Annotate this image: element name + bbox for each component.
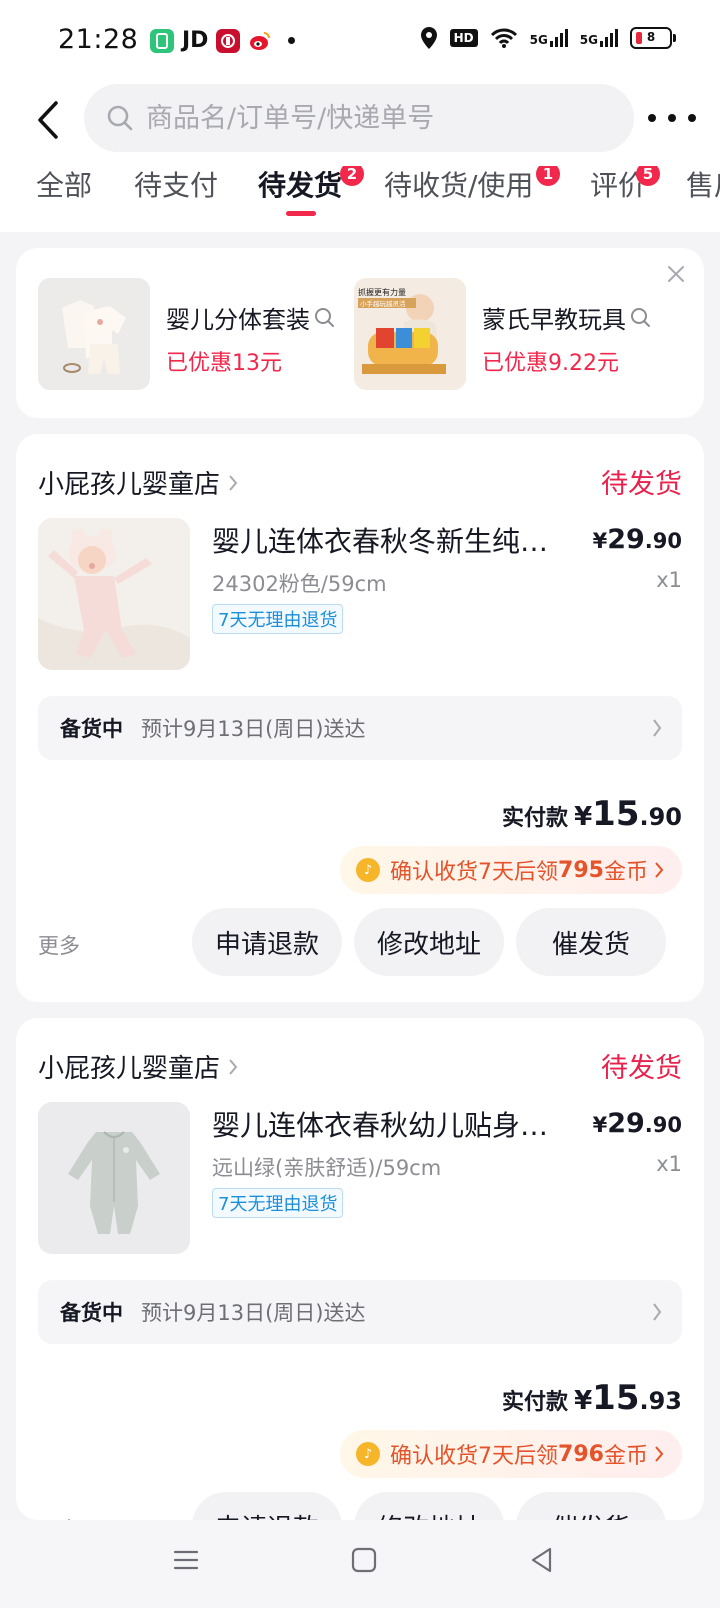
- red-app-icon: [216, 28, 241, 53]
- product-quantity: x1: [656, 1152, 682, 1176]
- shipping-eta: 预计9月13日(周日)送达: [141, 1301, 366, 1325]
- chevron-right-icon: [653, 719, 662, 737]
- product-image[interactable]: [38, 518, 190, 670]
- more-options-button[interactable]: [648, 104, 696, 132]
- product-spec: 远山绿(亲肤舒适)/59cm: [212, 1156, 442, 1180]
- recommend-discount: 已优惠13元: [166, 351, 282, 376]
- chevron-right-icon: [229, 1058, 238, 1075]
- status-app-icons: JD: [150, 28, 296, 53]
- status-bar: 21:28 JD HD 5G 5G 8: [0, 0, 720, 84]
- recommend-item[interactable]: 抓握更有力量 小手越玩越灵活 蒙氏早教玩具 已优惠9.22元: [354, 278, 652, 390]
- tab-reviews[interactable]: 评价 5: [590, 166, 660, 226]
- product-quantity: x1: [656, 568, 682, 592]
- search-input[interactable]: [146, 102, 606, 134]
- shipping-eta: 预计9月13日(周日)送达: [141, 717, 366, 741]
- paid-amount: 实付款 ¥15.93: [502, 1378, 682, 1418]
- tab-pending-receipt[interactable]: 待收货/使用 1: [384, 166, 560, 226]
- tab-pending-payment[interactable]: 待支付: [134, 166, 218, 226]
- recommend-name: 婴儿分体套装: [166, 300, 336, 335]
- green-app-icon: [150, 28, 174, 53]
- product-image[interactable]: [38, 1102, 190, 1254]
- more-link[interactable]: 更多: [38, 930, 80, 960]
- product-price: ¥29.90: [592, 1108, 682, 1139]
- system-navigation-bar: [0, 1520, 720, 1608]
- active-tab-indicator: [286, 211, 316, 216]
- search-icon: [631, 307, 650, 327]
- back-arrow-icon: [38, 101, 58, 139]
- notification-dot-icon: [288, 37, 296, 44]
- order-status: 待发货: [601, 469, 682, 500]
- tab-after-sales[interactable]: 售后: [686, 166, 720, 226]
- product-title[interactable]: 婴儿连体衣春秋冬新生纯棉睡衣: [212, 520, 562, 560]
- order-card: 小屁孩儿婴童店 待发货 婴儿连体衣春秋幼儿贴身长袖哈衣 ¥29.90 远山绿(亲…: [16, 1018, 704, 1520]
- tab-badge: 2: [340, 166, 364, 186]
- recommend-image: 抓握更有力量 小手越玩越灵活: [354, 278, 466, 390]
- shipping-status-label: 备货中: [60, 717, 123, 741]
- paid-amount: 实付款 ¥15.90: [502, 794, 682, 834]
- search-icon: [315, 307, 334, 327]
- tab-badge: 1: [536, 166, 560, 186]
- wifi-icon: [490, 28, 517, 48]
- urge-shipment-button[interactable]: 催发货: [516, 1492, 666, 1520]
- search-bar[interactable]: [84, 84, 634, 152]
- shipping-status-row[interactable]: 备货中 预计9月13日(周日)送达: [38, 696, 682, 760]
- shipping-status-label: 备货中: [60, 1301, 123, 1325]
- shipping-status-row[interactable]: 备货中 预计9月13日(周日)送达: [38, 1280, 682, 1344]
- status-right: HD 5G 5G 8: [420, 26, 676, 50]
- recommend-name: 蒙氏早教玩具: [482, 300, 652, 335]
- jd-app-icon: JD: [182, 28, 209, 53]
- recommend-image-caption: 小手越玩越灵活: [360, 299, 406, 308]
- product-spec: 24302粉色/59cm: [212, 572, 387, 596]
- coin-icon: ♪: [356, 858, 381, 882]
- location-icon: [420, 27, 437, 49]
- product-price: ¥29.90: [592, 524, 682, 555]
- request-refund-button[interactable]: 申请退款: [192, 908, 342, 976]
- search-icon: [107, 105, 133, 131]
- recommend-image: [38, 278, 150, 390]
- coin-icon: ♪: [356, 1442, 381, 1466]
- weibo-icon: [248, 28, 273, 53]
- shop-name-link[interactable]: 小屁孩儿婴童店: [38, 464, 238, 501]
- change-address-button[interactable]: 修改地址: [354, 908, 504, 976]
- status-time: 21:28: [58, 24, 139, 55]
- signal-1-icon: 5G: [530, 29, 568, 47]
- change-address-button[interactable]: 修改地址: [354, 1492, 504, 1520]
- tab-pending-shipment[interactable]: 待发货 2: [258, 166, 364, 226]
- request-refund-button[interactable]: 申请退款: [192, 1492, 342, 1520]
- menu-icon[interactable]: [172, 1546, 200, 1574]
- urge-shipment-button[interactable]: 催发货: [516, 908, 666, 976]
- coin-reward-banner[interactable]: ♪ 确认收货7天后领 795 金币: [340, 846, 682, 894]
- return-policy-badge: 7天无理由退货: [212, 604, 344, 634]
- signal-2-icon: 5G: [580, 29, 618, 47]
- home-icon[interactable]: [350, 1546, 378, 1574]
- battery-icon: 8: [630, 27, 676, 49]
- tab-all[interactable]: 全部: [36, 166, 92, 226]
- order-status: 待发货: [601, 1053, 682, 1084]
- close-icon[interactable]: [664, 262, 688, 286]
- recommendation-card: 婴儿分体套装 已优惠13元 抓握更有力量 小手越玩越灵活 蒙氏早教玩具 已优惠9…: [16, 248, 704, 418]
- shop-name-link[interactable]: 小屁孩儿婴童店: [38, 1048, 238, 1085]
- order-card: 小屁孩儿婴童店 待发货 婴儿连体衣春秋冬新生纯棉睡衣 ¥29.90 24302粉…: [16, 434, 704, 1002]
- chevron-right-icon: [229, 474, 238, 491]
- back-triangle-icon[interactable]: [528, 1546, 556, 1574]
- chevron-right-icon: [655, 862, 664, 878]
- hd-icon: HD: [449, 29, 478, 47]
- header: 全部 待支付 待发货 2 待收货/使用 1 评价 5 售后: [0, 84, 720, 232]
- chevron-right-icon: [655, 1446, 664, 1462]
- back-button[interactable]: [28, 94, 68, 146]
- product-title[interactable]: 婴儿连体衣春秋幼儿贴身长袖哈衣: [212, 1104, 562, 1144]
- battery-level: 8: [646, 30, 656, 44]
- chevron-right-icon: [653, 1303, 662, 1321]
- return-policy-badge: 7天无理由退货: [212, 1188, 344, 1218]
- recommend-image-caption: 抓握更有力量: [358, 287, 406, 297]
- recommend-item[interactable]: 婴儿分体套装 已优惠13元: [38, 278, 336, 390]
- coin-reward-banner[interactable]: ♪ 确认收货7天后领 796 金币: [340, 1430, 682, 1478]
- tab-badge: 5: [636, 166, 660, 186]
- order-tabs: 全部 待支付 待发货 2 待收货/使用 1 评价 5 售后: [0, 166, 720, 232]
- recommend-discount: 已优惠9.22元: [482, 351, 619, 376]
